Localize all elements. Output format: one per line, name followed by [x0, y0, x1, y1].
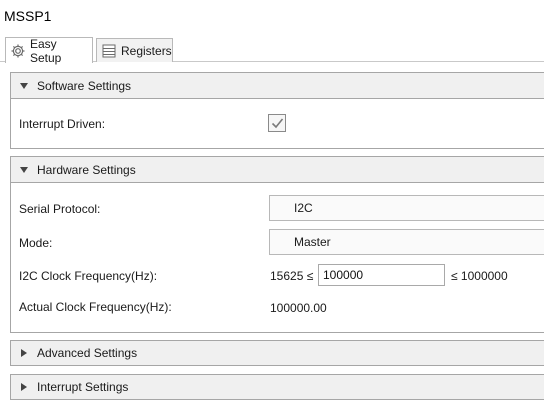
tab-easy-setup[interactable]: Easy Setup [5, 36, 93, 65]
interrupt-settings-title: Interrupt Settings [37, 380, 129, 394]
easy-setup-panel: Software Settings Interrupt Driven: Hard… [10, 72, 544, 408]
clock-frequency-min: 15625 ≤ [270, 269, 314, 283]
interrupt-settings-header[interactable]: Interrupt Settings [11, 375, 544, 399]
actual-clock-frequency-value: 100000.00 [270, 301, 327, 315]
serial-protocol-select[interactable]: I2C [269, 195, 544, 221]
advanced-settings-title: Advanced Settings [37, 346, 138, 360]
gear-icon [10, 43, 26, 59]
software-settings-section: Software Settings Interrupt Driven: [10, 72, 544, 149]
table-icon [101, 43, 117, 59]
advanced-settings-section: Advanced Settings [10, 340, 544, 366]
clock-frequency-label: I2C Clock Frequency(Hz): [19, 269, 158, 283]
mode-value: Master [294, 235, 331, 249]
checkmark-icon [271, 117, 283, 128]
clock-frequency-max: ≤ 1000000 [451, 269, 508, 283]
caret-right-icon [11, 375, 37, 399]
tab-easy-setup-label: Easy Setup [30, 36, 62, 65]
caret-right-icon [11, 341, 37, 365]
interrupt-settings-section: Interrupt Settings [10, 374, 544, 400]
mode-label: Mode: [19, 236, 53, 250]
hardware-settings-header[interactable]: Hardware Settings [11, 157, 544, 183]
caret-down-icon [11, 73, 37, 98]
mode-select[interactable]: Master [269, 229, 544, 255]
tab-bar: Easy Setup Registers [0, 36, 544, 65]
interrupt-driven-label: Interrupt Driven: [19, 117, 106, 131]
tab-registers[interactable]: Registers [96, 38, 173, 62]
software-settings-title: Software Settings [37, 78, 132, 93]
serial-protocol-label: Serial Protocol: [19, 202, 101, 216]
window-title: MSSP1 [4, 8, 52, 24]
clock-frequency-input[interactable] [318, 264, 445, 286]
hardware-settings-section: Hardware Settings Serial Protocol: I2C M… [10, 156, 544, 333]
software-settings-header[interactable]: Software Settings [11, 73, 544, 99]
tab-registers-label: Registers [121, 43, 172, 58]
hardware-settings-title: Hardware Settings [37, 162, 136, 177]
caret-down-icon [11, 157, 37, 182]
actual-clock-frequency-label: Actual Clock Frequency(Hz): [19, 300, 172, 314]
serial-protocol-value: I2C [294, 201, 313, 215]
interrupt-driven-checkbox[interactable] [268, 114, 286, 132]
advanced-settings-header[interactable]: Advanced Settings [11, 341, 544, 365]
